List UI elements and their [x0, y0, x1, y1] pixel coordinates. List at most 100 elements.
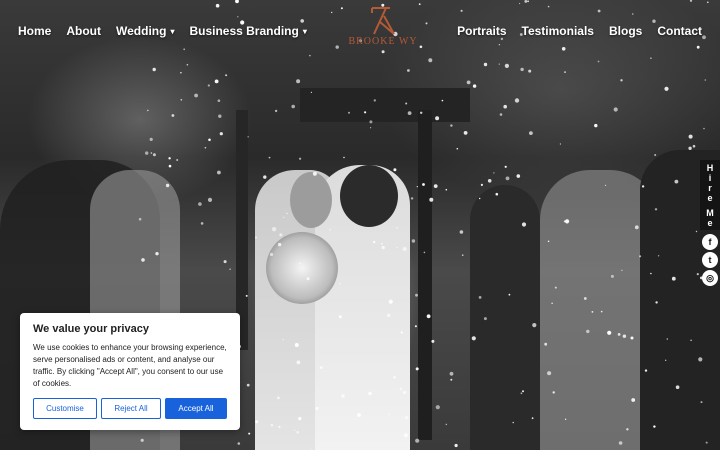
confetti-speck — [402, 247, 407, 251]
accept-all-button[interactable]: Accept All — [165, 398, 227, 419]
twitter-icon[interactable]: t — [702, 252, 718, 268]
confetti-speck — [688, 134, 693, 139]
confetti-speck — [414, 325, 417, 328]
confetti-speck — [704, 79, 707, 81]
confetti-speck — [503, 104, 508, 109]
confetti-speck — [520, 392, 523, 395]
confetti-speck — [180, 99, 183, 101]
confetti-speck — [594, 123, 598, 128]
confetti-speck — [621, 269, 623, 271]
confetti-speck — [268, 156, 271, 159]
confetti-speck — [433, 184, 438, 189]
confetti-speck — [399, 387, 403, 391]
confetti-speck — [666, 338, 669, 340]
site-logo[interactable]: BROOKE WY — [338, 4, 428, 56]
confetti-speck — [410, 197, 414, 200]
confetti-speck — [653, 425, 656, 428]
confetti-speck — [644, 369, 648, 372]
confetti-speck — [463, 131, 468, 135]
confetti-speck — [552, 391, 555, 394]
confetti-speck — [688, 146, 692, 150]
reject-all-button[interactable]: Reject All — [101, 398, 161, 419]
confetti-speck — [171, 114, 175, 117]
confetti-speck — [370, 127, 372, 129]
confetti-speck — [150, 152, 153, 154]
nav-link-blogs[interactable]: Blogs — [609, 24, 642, 38]
logo-text: BROOKE WY — [348, 36, 418, 47]
confetti-speck — [294, 429, 296, 431]
confetti-speck — [630, 336, 634, 340]
confetti-speck — [388, 299, 393, 304]
confetti-speck — [547, 371, 552, 376]
nav-link-label: Blogs — [608, 24, 643, 38]
nav-link-label: Contact — [657, 24, 702, 38]
confetti-speck — [674, 179, 679, 184]
confetti-speck — [138, 217, 142, 221]
nav-left-group: Home About Wedding ▾ Business Branding ▾ — [18, 24, 307, 38]
confetti-speck — [294, 343, 299, 347]
customise-button[interactable]: Customise — [33, 398, 97, 419]
nav-link-wedding[interactable]: Wedding ▾ — [116, 24, 174, 38]
confetti-speck — [369, 120, 373, 124]
confetti-speck — [441, 99, 444, 102]
confetti-speck — [403, 391, 407, 394]
confetti-speck — [559, 143, 562, 145]
confetti-speck — [291, 104, 296, 109]
confetti-speck — [700, 401, 703, 404]
confetti-speck — [422, 183, 425, 186]
confetti-speck — [255, 236, 258, 239]
confetti-speck — [665, 359, 667, 361]
confetti-speck — [176, 159, 179, 161]
facebook-icon[interactable]: f — [702, 234, 718, 250]
confetti-speck — [168, 164, 172, 168]
cookie-title: We value your privacy — [33, 323, 149, 335]
chevron-down-icon: ▾ — [302, 26, 307, 36]
confetti-speck — [298, 417, 302, 421]
confetti-speck — [415, 438, 420, 443]
confetti-speck — [278, 425, 281, 428]
confetti-speck — [620, 79, 623, 82]
confetti-speck — [329, 229, 331, 231]
confetti-speck — [505, 176, 510, 181]
hire-me-tab[interactable]: HireMe — [700, 160, 720, 230]
confetti-speck — [654, 208, 658, 211]
confetti-speck — [152, 67, 156, 72]
nav-link-contact[interactable]: Contact — [657, 24, 702, 38]
confetti-speck — [479, 197, 481, 200]
confetti-speck — [607, 330, 612, 335]
confetti-speck — [271, 227, 277, 232]
nav-link-business-branding[interactable]: Business Branding ▾ — [189, 24, 306, 38]
nav-link-about[interactable]: About — [66, 24, 101, 38]
confetti-speck — [483, 62, 488, 67]
confetti-speck — [386, 313, 391, 318]
instagram-icon[interactable]: ◎ — [702, 270, 718, 286]
confetti-speck — [277, 242, 282, 247]
confetti-speck — [246, 383, 250, 387]
confetti-speck — [504, 165, 507, 168]
nav-link-label: Testimonials — [521, 24, 594, 38]
confetti-speck — [200, 222, 204, 225]
confetti-speck — [423, 251, 426, 254]
nav-link-label: Business Branding — [189, 24, 299, 38]
confetti-speck — [498, 63, 500, 65]
confetti-speck — [521, 222, 527, 227]
confetti-speck — [657, 255, 660, 257]
confetti-speck — [186, 63, 189, 66]
confetti-speck — [217, 99, 221, 102]
confetti-speck — [339, 283, 341, 285]
nav-link-testimonials[interactable]: Testimonials — [522, 24, 594, 38]
confetti-speck — [155, 252, 159, 256]
nav-link-portraits[interactable]: Portraits — [457, 24, 506, 38]
confetti-speck — [495, 192, 499, 196]
nav-link-home[interactable]: Home — [18, 24, 51, 38]
confetti-speck — [705, 441, 708, 444]
confetti-speck — [407, 111, 412, 115]
confetti-speck — [217, 170, 221, 175]
confetti-speck — [299, 262, 302, 265]
confetti-speck — [483, 317, 487, 321]
confetti-speck — [396, 227, 398, 229]
confetti-speck — [207, 197, 213, 202]
confetti-speck — [312, 171, 317, 176]
confetti-speck — [591, 311, 594, 313]
confetti-speck — [270, 424, 274, 427]
